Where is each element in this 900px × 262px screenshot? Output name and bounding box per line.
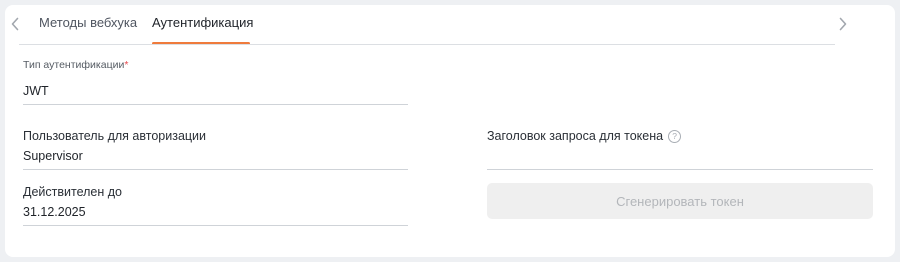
auth-type-underline [23, 104, 408, 105]
tab-webhook-methods[interactable]: Методы вебхука [39, 15, 137, 31]
valid-until-value[interactable]: 31.12.2025 [23, 205, 86, 220]
webhook-settings-card: Методы вебхука Аутентификация Тип аутент… [5, 5, 895, 257]
auth-type-value[interactable]: JWT [23, 84, 49, 99]
token-header-underline [487, 169, 873, 170]
tab-authentication[interactable]: Аутентификация [152, 15, 253, 31]
generate-token-button[interactable]: Сгенерировать токен [487, 183, 873, 219]
token-header-field[interactable]: Заголовок запроса для токена? [487, 129, 873, 171]
valid-until-underline [23, 225, 408, 226]
question-circle-icon[interactable]: ? [668, 129, 682, 143]
valid-until-label: Действителен до [23, 185, 122, 199]
token-header-label-row: Заголовок запроса для токена? [487, 129, 873, 144]
auth-type-label: Тип аутентификации [23, 59, 125, 71]
valid-until-field[interactable]: Действителен до 31.12.2025 [23, 185, 408, 227]
chevron-right-icon[interactable] [834, 14, 852, 34]
required-mark: * [124, 59, 129, 71]
auth-type-field[interactable]: Тип аутентификации* JWT [23, 58, 408, 105]
token-header-label: Заголовок запроса для токена [487, 129, 664, 143]
user-label: Пользователь для авторизации [23, 129, 207, 143]
tab-divider [19, 44, 835, 45]
user-field[interactable]: Пользователь для авторизации Supervisor [23, 129, 408, 171]
auth-type-label-row: Тип аутентификации* [23, 58, 408, 73]
tab-bar: Методы вебхука Аутентификация [5, 5, 895, 45]
user-underline [23, 169, 408, 170]
chevron-left-icon[interactable] [6, 14, 24, 34]
user-value[interactable]: Supervisor [23, 149, 83, 164]
